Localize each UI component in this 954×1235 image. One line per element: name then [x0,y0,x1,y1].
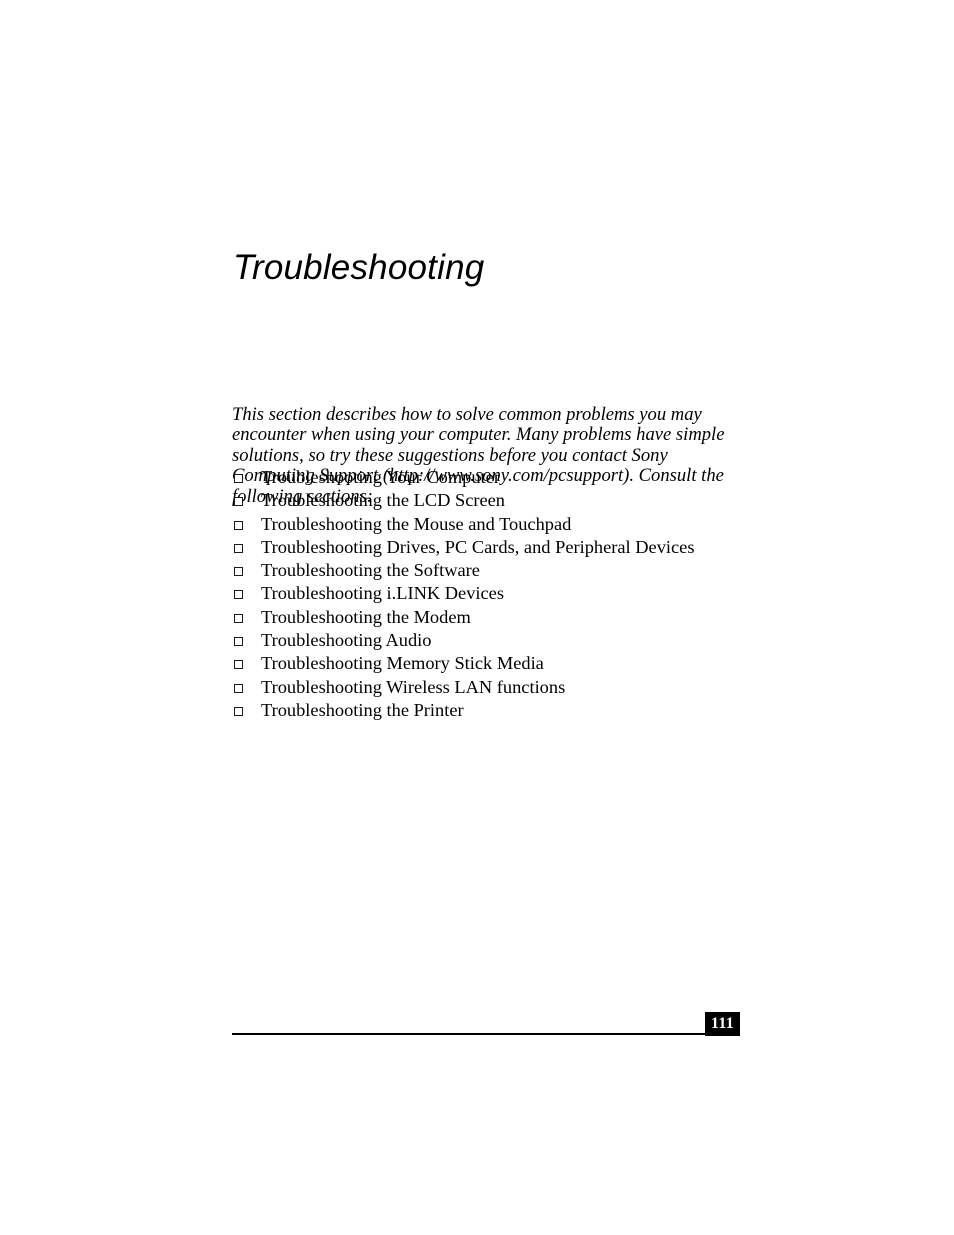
list-item[interactable]: Troubleshooting the LCD Screen [232,489,752,512]
list-item[interactable]: Troubleshooting the Modem [232,606,752,629]
list-item-label: Troubleshooting the LCD Screen [261,490,505,511]
list-item[interactable]: Troubleshooting Wireless LAN functions [232,676,752,699]
hollow-square-bullet-icon [234,497,243,507]
hollow-square-bullet-icon [234,567,243,577]
hollow-square-bullet-icon [234,520,243,530]
list-item-label: Troubleshooting Memory Stick Media [261,653,544,674]
hollow-square-bullet-icon [234,683,243,693]
section-list: Troubleshooting Your Computer Troublesho… [232,466,752,722]
list-item-label: Troubleshooting Your Computer [261,467,500,487]
list-item[interactable]: Troubleshooting Memory Stick Media [232,652,752,675]
list-item[interactable]: Troubleshooting the Software [232,559,752,582]
list-item-label: Troubleshooting the Software [261,560,480,581]
hollow-square-bullet-icon [234,613,243,623]
document-page: Troubleshooting This section describes h… [0,0,954,1235]
list-item-label: Troubleshooting the Printer [261,699,464,720]
list-item-label: Troubleshooting the Mouse and Touchpad [261,513,572,534]
hollow-square-bullet-icon [234,706,243,716]
list-item[interactable]: Troubleshooting i.LINK Devices [232,582,752,605]
list-item-label: Troubleshooting Wireless LAN functions [261,676,566,697]
page-title: Troubleshooting [233,248,485,288]
list-item-label: Troubleshooting the Modem [261,606,471,627]
list-item[interactable]: Troubleshooting the Printer [232,699,752,722]
list-item[interactable]: Troubleshooting Your Computer [232,466,752,489]
hollow-square-bullet-icon [234,590,243,600]
list-item[interactable]: Troubleshooting Audio [232,629,752,652]
footer-divider [232,1033,705,1035]
hollow-square-bullet-icon [234,474,243,483]
hollow-square-bullet-icon [234,637,243,647]
list-item-label: Troubleshooting Drives, PC Cards, and Pe… [261,536,695,557]
list-item-label: Troubleshooting i.LINK Devices [261,583,504,604]
page-number-badge: 111 [705,1012,740,1036]
list-item[interactable]: Troubleshooting the Mouse and Touchpad [232,513,752,536]
list-item-label: Troubleshooting Audio [261,630,432,651]
hollow-square-bullet-icon [234,543,243,553]
list-item[interactable]: Troubleshooting Drives, PC Cards, and Pe… [232,536,752,559]
hollow-square-bullet-icon [234,660,243,670]
